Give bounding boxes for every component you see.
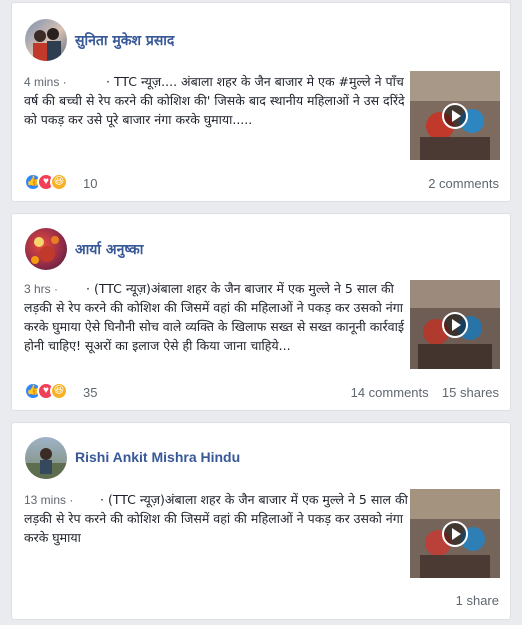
shares-count[interactable]: 1 share	[456, 593, 499, 608]
post-stats: 2 comments	[428, 176, 499, 191]
post-card: आर्या अनुष्का 3 hrs · · (TTC न्यूज़)अंबा…	[11, 213, 511, 411]
post-stats: 14 comments 15 shares	[351, 385, 499, 400]
haha-icon: 😆	[50, 382, 68, 400]
play-icon	[442, 311, 468, 338]
video-thumbnail[interactable]	[410, 71, 500, 160]
comments-count[interactable]: 14 comments	[351, 385, 429, 400]
comments-count[interactable]: 2 comments	[428, 176, 499, 191]
avatar[interactable]	[25, 228, 67, 270]
haha-icon: 😆	[50, 173, 68, 191]
video-thumbnail[interactable]	[410, 489, 500, 578]
play-icon	[442, 520, 468, 547]
post-text: · TTC न्यूज़.... अंबाला शहर के जैन बाजार…	[24, 74, 405, 127]
play-icon	[442, 102, 468, 129]
post-author[interactable]: आर्या अनुष्का	[75, 240, 143, 259]
shares-count[interactable]: 15 shares	[442, 385, 499, 400]
post-card: Rishi Ankit Mishra Hindu 13 mins · · (TT…	[11, 422, 511, 620]
video-thumbnail[interactable]	[410, 280, 500, 369]
avatar[interactable]	[25, 19, 67, 61]
post-text: · (TTC न्यूज़)अंबाला शहर के जैन बाजार मे…	[24, 281, 404, 353]
post-author[interactable]: सुनिता मुकेश प्रसाद	[75, 31, 174, 50]
avatar[interactable]	[25, 437, 67, 479]
reactions-count[interactable]: 35	[83, 385, 97, 400]
post-stats: 1 share	[456, 593, 499, 608]
post-author[interactable]: Rishi Ankit Mishra Hindu	[75, 449, 240, 465]
reactions-count[interactable]: 10	[83, 176, 97, 191]
post-text: · (TTC न्यूज़)अंबाला शहर के जैन बाजार मे…	[24, 492, 408, 545]
post-card: सुनिता मुकेश प्रसाद 4 mins · · TTC न्यूज…	[11, 2, 511, 202]
